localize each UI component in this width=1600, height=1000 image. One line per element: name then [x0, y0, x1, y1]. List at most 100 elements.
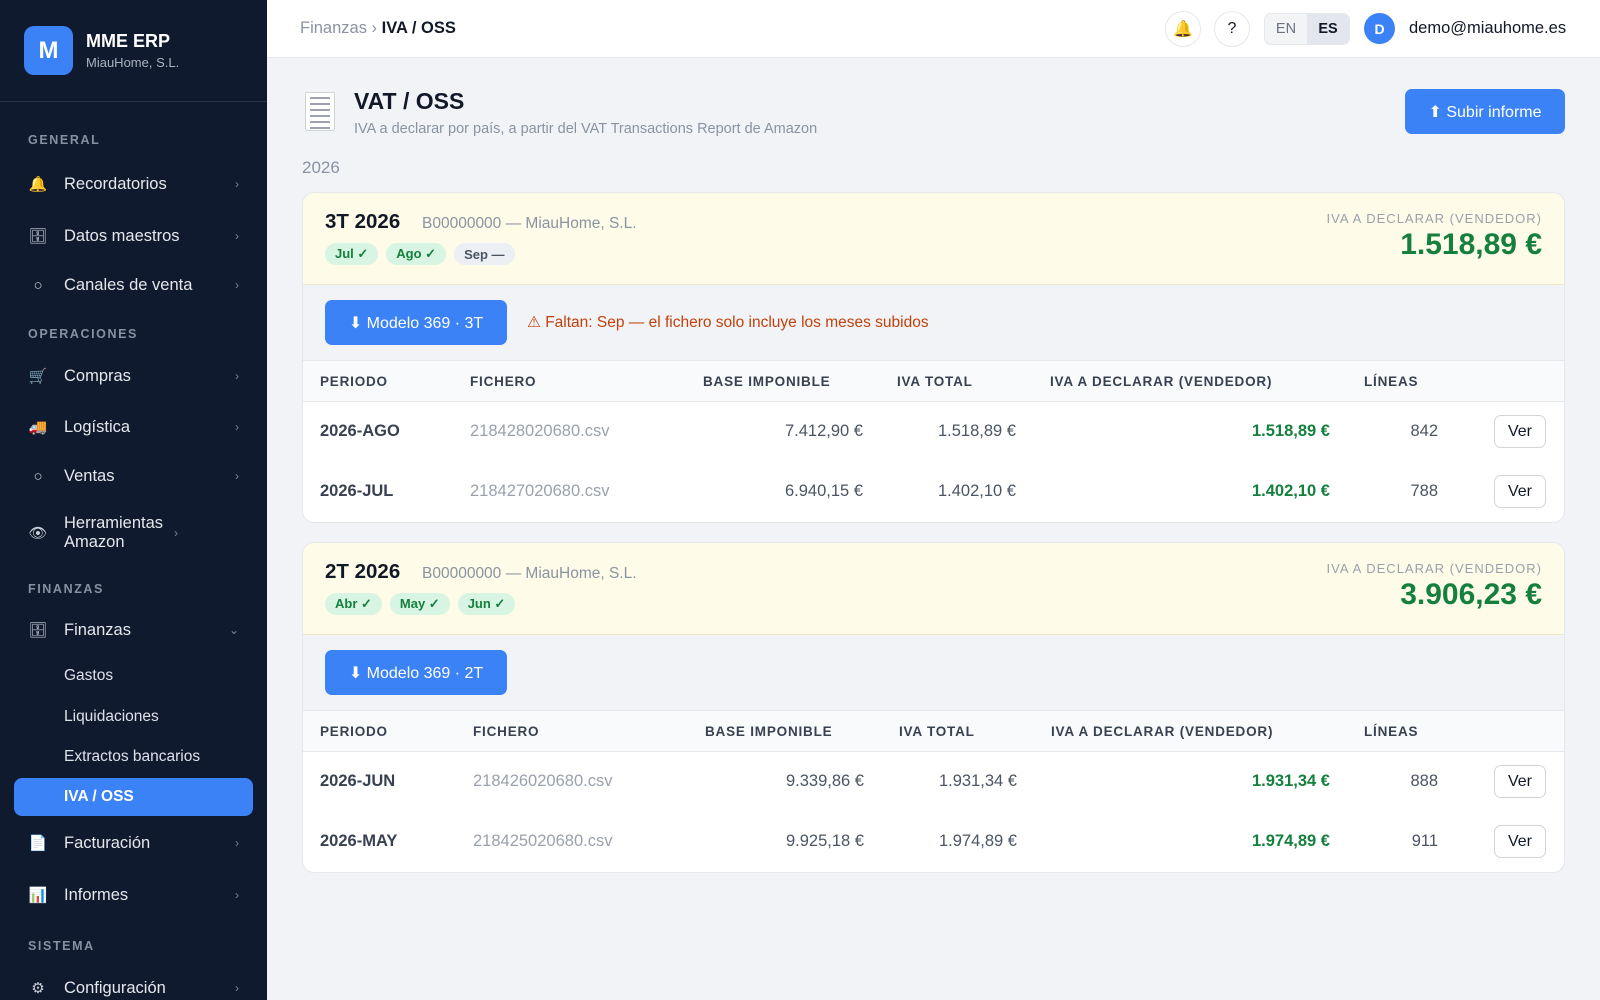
month-chip: May ✓ — [389, 593, 450, 615]
cell-lineas: 911 — [1411, 832, 1438, 850]
view-button[interactable]: Ver — [1494, 825, 1546, 858]
chevron-right-icon: › — [235, 177, 239, 191]
eye-icon: 👁 — [28, 525, 48, 542]
lang-es-button[interactable]: ES — [1307, 14, 1349, 44]
chevron-right-icon: › — [235, 420, 239, 434]
table-row: 2026-JUL 218427020680.csv 6.940,15 € 1.4… — [303, 462, 1564, 522]
breadcrumb-parent[interactable]: Finanzas — [300, 19, 367, 37]
quarter-company: B00000000 — MiauHome, S.L. — [422, 565, 637, 582]
month-chip: Abr ✓ — [325, 593, 382, 615]
month-chip: Sep — — [454, 243, 515, 265]
column-header-iva-declarar: IVA A DECLARAR (VENDEDOR) — [1050, 374, 1273, 389]
cell-iva-total: 1.974,89 € — [939, 832, 1017, 850]
sidebar-item-logistica[interactable]: 🚚 Logística › — [14, 407, 253, 447]
cell-fichero[interactable]: 218427020680.csv — [470, 482, 609, 501]
cell-base: 6.940,15 € — [785, 482, 863, 500]
cell-periodo: 2026-MAY — [320, 832, 398, 850]
sidebar-item-canales[interactable]: ○ Canales de venta › — [14, 265, 253, 305]
upload-report-button[interactable]: ⬆ Subir informe — [1405, 89, 1565, 134]
table-row: 2026-JUN 218426020680.csv 9.339,86 € 1.9… — [303, 752, 1564, 812]
cell-iva-declarar: 1.974,89 € — [1252, 832, 1330, 850]
quarter-actions: ⬇ Modelo 369 · 3T ⚠ Faltan: Sep — el fic… — [303, 285, 1564, 361]
cell-iva-total: 1.402,10 € — [938, 482, 1016, 500]
cabinet-icon: 🗄 — [28, 622, 48, 639]
quarter-title: 2T 2026 — [325, 560, 401, 583]
year-heading: 2026 — [302, 158, 340, 177]
download-modelo-369-button[interactable]: ⬇ Modelo 369 · 3T — [325, 300, 507, 345]
table-row: 2026-AGO 218428020680.csv 7.412,90 € 1.5… — [303, 402, 1564, 462]
cart-icon: 🛒 — [28, 368, 48, 385]
chevron-down-icon: ⌄ — [228, 623, 239, 637]
help-icon: ? — [1227, 20, 1237, 37]
sidebar-item-configuracion[interactable]: ⚙ Configuración › — [14, 968, 253, 1000]
quarter-header: 3T 2026 B00000000 — MiauHome, S.L. Jul ✓… — [303, 193, 1564, 285]
chevron-right-icon: › — [235, 369, 239, 383]
topbar: Finanzas › IVA / OSS 🔔 ? EN ES D demo@mi… — [267, 0, 1600, 58]
sidebar-item-recordatorios[interactable]: 🔔 Recordatorios › — [14, 164, 253, 204]
sidebar-item-facturacion[interactable]: 📄 Facturación › — [14, 823, 253, 863]
sidebar-item-datos-maestros[interactable]: 🗄 Datos maestros › — [14, 216, 253, 256]
cell-fichero[interactable]: 218425020680.csv — [473, 832, 612, 851]
sidebar-item-informes[interactable]: 📊 Informes › — [14, 875, 253, 915]
sidebar-subitem-extractos[interactable]: Extractos bancarios — [14, 738, 253, 776]
cell-periodo: 2026-JUL — [320, 482, 394, 500]
page-title: VAT / OSS — [354, 88, 465, 114]
table-header: PERIODO FICHERO BASE IMPONIBLE IVA TOTAL… — [303, 361, 1564, 402]
nav-section-operaciones: OPERACIONES — [28, 327, 138, 341]
quarter-card: 3T 2026 B00000000 — MiauHome, S.L. Jul ✓… — [302, 192, 1565, 523]
chevron-right-icon: › — [235, 278, 239, 292]
column-header-iva-declarar: IVA A DECLARAR (VENDEDOR) — [1051, 724, 1274, 739]
sidebar-item-label: Facturación — [64, 833, 151, 852]
chevron-right-icon: › — [235, 981, 239, 995]
cell-fichero[interactable]: 218426020680.csv — [473, 772, 612, 791]
chevron-right-icon: › — [235, 229, 239, 243]
cell-iva-declarar: 1.402,10 € — [1252, 482, 1330, 500]
sidebar-subitem-iva-oss[interactable]: IVA / OSS — [14, 778, 253, 816]
sidebar-item-label: Configuración — [64, 978, 166, 997]
nav-section-sistema: SISTEMA — [28, 939, 95, 953]
page-subtitle: IVA a declarar por país, a partir del VA… — [354, 121, 818, 137]
sidebar-item-compras[interactable]: 🛒 Compras › — [14, 356, 253, 396]
month-chips: Jul ✓ Ago ✓ Sep — — [325, 243, 515, 265]
column-header-periodo: PERIODO — [320, 374, 388, 389]
view-button[interactable]: Ver — [1494, 765, 1546, 798]
table-header: PERIODO FICHERO BASE IMPONIBLE IVA TOTAL… — [303, 711, 1564, 752]
cell-iva-declarar: 1.518,89 € — [1252, 422, 1330, 440]
cell-periodo: 2026-JUN — [320, 772, 396, 790]
download-modelo-369-button[interactable]: ⬇ Modelo 369 · 2T — [325, 650, 507, 695]
sidebar-item-finanzas[interactable]: 🗄 Finanzas ⌄ — [14, 610, 253, 650]
brand: M MME ERP MiauHome, S.L. — [0, 0, 267, 102]
nav-section-finanzas: FINANZAS — [28, 582, 104, 596]
vat-due-label: IVA A DECLARAR (VENDEDOR) — [1326, 561, 1542, 576]
bell-icon: 🔔 — [28, 176, 48, 193]
document-icon: 📄 — [28, 835, 48, 852]
lang-en-button[interactable]: EN — [1265, 14, 1307, 44]
circle-icon: ○ — [33, 276, 43, 294]
view-button[interactable]: Ver — [1494, 415, 1546, 448]
table-row: 2026-MAY 218425020680.csv 9.925,18 € 1.9… — [303, 812, 1564, 872]
gear-icon: ⚙ — [31, 980, 45, 997]
cell-periodo: 2026-AGO — [320, 422, 400, 440]
sidebar-item-herramientas-amazon[interactable]: 👁 Herramientas Amazon › — [14, 511, 253, 555]
bar-chart-icon: 📊 — [28, 887, 48, 904]
quarter-actions: ⬇ Modelo 369 · 2T — [303, 635, 1564, 711]
cell-lineas: 888 — [1410, 772, 1438, 790]
breadcrumb: Finanzas › IVA / OSS — [300, 19, 456, 38]
sidebar-item-label: Herramientas Amazon — [64, 514, 164, 551]
cabinet-icon: 🗄 — [28, 228, 48, 245]
sidebar-item-ventas[interactable]: ○ Ventas › — [14, 456, 253, 496]
quarter-card: 2T 2026 B00000000 — MiauHome, S.L. Abr ✓… — [302, 542, 1565, 873]
user-email[interactable]: demo@miauhome.es — [1409, 19, 1566, 38]
column-header-base: BASE IMPONIBLE — [705, 724, 833, 739]
cell-fichero[interactable]: 218428020680.csv — [470, 422, 609, 441]
sidebar-item-label: Recordatorios — [64, 174, 167, 193]
quarter-title: 3T 2026 — [325, 210, 401, 233]
month-chips: Abr ✓ May ✓ Jun ✓ — [325, 593, 516, 615]
view-button[interactable]: Ver — [1494, 475, 1546, 508]
sidebar-subitem-gastos[interactable]: Gastos — [14, 657, 253, 695]
sidebar-subitem-liquidaciones[interactable]: Liquidaciones — [14, 698, 253, 736]
avatar[interactable]: D — [1364, 13, 1395, 44]
help-button[interactable]: ? — [1214, 11, 1250, 47]
notifications-button[interactable]: 🔔 — [1165, 11, 1201, 47]
column-header-base: BASE IMPONIBLE — [703, 374, 831, 389]
